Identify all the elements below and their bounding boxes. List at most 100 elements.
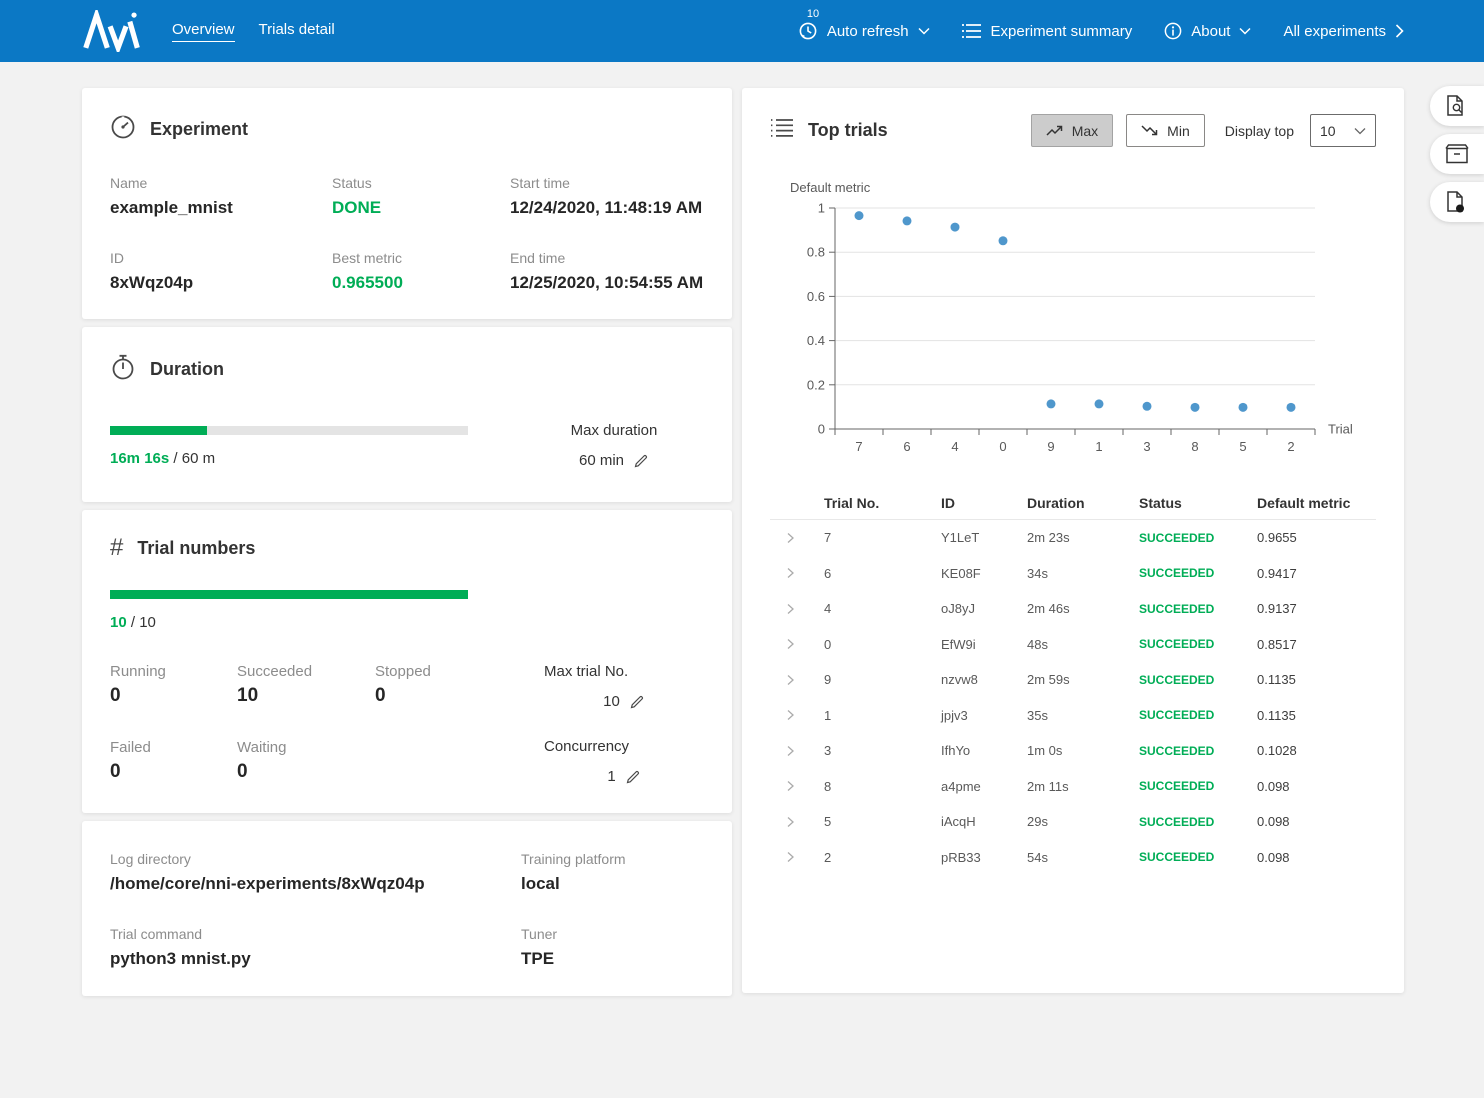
- cell-status: SUCCEEDED: [1125, 673, 1243, 687]
- min-button[interactable]: Min: [1126, 114, 1205, 147]
- trial-counter: Failed0: [110, 739, 237, 785]
- expand-row-button[interactable]: [770, 603, 810, 615]
- expand-row-button[interactable]: [770, 780, 810, 792]
- all-experiments-link[interactable]: All experiments: [1283, 23, 1404, 40]
- experiment-summary-button[interactable]: Experiment summary: [962, 23, 1133, 40]
- default-metric-chart: Default metric00.20.40.60.817640913852Tr…: [770, 175, 1376, 472]
- experiment-field: StatusDONE: [332, 175, 510, 218]
- about-button[interactable]: About: [1164, 22, 1251, 40]
- top-trials-card: Top trials Max Min: [742, 88, 1404, 993]
- duration-divider: /: [173, 450, 181, 467]
- expand-row-button[interactable]: [770, 638, 810, 650]
- cell-trial-no: 7: [810, 530, 927, 545]
- expand-chevron-icon: [784, 674, 796, 686]
- chart-text: 1: [1095, 439, 1102, 454]
- nni-logo-icon: [82, 10, 142, 52]
- cell-default-metric: 0.9655: [1243, 530, 1376, 545]
- column-header: Status: [1125, 495, 1243, 511]
- cell-status: SUCCEEDED: [1125, 815, 1243, 829]
- display-top-label: Display top: [1225, 123, 1294, 139]
- expand-chevron-icon: [784, 567, 796, 579]
- expand-chevron-icon: [784, 603, 796, 615]
- chart-text: 0: [999, 439, 1006, 454]
- field-value: 12/25/2020, 10:54:55 AM: [510, 273, 704, 293]
- tab-trials-detail[interactable]: Trials detail: [259, 21, 335, 42]
- cell-duration: 54s: [1013, 850, 1125, 865]
- cell-duration: 35s: [1013, 708, 1125, 723]
- cell-default-metric: 0.098: [1243, 814, 1376, 829]
- counter-value: 0: [375, 685, 500, 707]
- chart-text: 1: [818, 201, 825, 216]
- trend-up-icon: [1046, 124, 1063, 137]
- floating-search-doc-button[interactable]: [1430, 86, 1484, 126]
- expand-chevron-icon: [784, 709, 796, 721]
- cell-duration: 2m 46s: [1013, 601, 1125, 616]
- duration-card-title: Duration: [150, 359, 224, 380]
- expand-chevron-icon: [784, 532, 796, 544]
- config-field: Training platformlocal: [521, 851, 704, 894]
- trial-counter: Waiting0: [237, 739, 375, 785]
- cell-trial-no: 6: [810, 566, 927, 581]
- expand-chevron-icon: [784, 638, 796, 650]
- config-field: Trial commandpython3 mnist.py: [110, 926, 521, 969]
- experiment-field: Start time12/24/2020, 11:48:19 AM: [510, 175, 704, 218]
- floating-version-doc-button[interactable]: [1430, 182, 1484, 222]
- trial-counter: Succeeded10: [237, 663, 375, 709]
- cell-status: SUCCEEDED: [1125, 779, 1243, 793]
- field-value: python3 mnist.py: [110, 949, 521, 969]
- cell-status: SUCCEEDED: [1125, 708, 1243, 722]
- cell-id: iAcqH: [927, 814, 1013, 829]
- auto-refresh-clock-icon: [798, 21, 818, 41]
- scatter-point: [951, 223, 960, 232]
- edit-pencil-icon: [633, 453, 649, 469]
- trials-done: 10: [110, 614, 127, 631]
- cell-status: SUCCEEDED: [1125, 744, 1243, 758]
- cell-duration: 2m 23s: [1013, 530, 1125, 545]
- cell-id: oJ8yJ: [927, 601, 1013, 616]
- cell-duration: 2m 11s: [1013, 779, 1125, 794]
- table-row: 1jpjv335sSUCCEEDED0.1135: [770, 698, 1376, 734]
- trend-down-icon: [1141, 124, 1158, 137]
- chevron-down-icon: [918, 27, 930, 35]
- edit-concurrency-button[interactable]: [625, 769, 641, 785]
- expand-row-button[interactable]: [770, 674, 810, 686]
- trials-progress-bar: [110, 590, 468, 599]
- config-field: TunerTPE: [521, 926, 704, 969]
- scatter-point: [1287, 403, 1296, 412]
- display-top-select[interactable]: 10: [1310, 114, 1376, 147]
- expand-row-button[interactable]: [770, 816, 810, 828]
- cell-status: SUCCEEDED: [1125, 637, 1243, 651]
- cell-default-metric: 0.1135: [1243, 672, 1376, 687]
- scatter-point: [1191, 403, 1200, 412]
- max-trial-label: Max trial No.: [544, 663, 704, 680]
- table-row: 9nzvw82m 59sSUCCEEDED0.1135: [770, 662, 1376, 698]
- counter-label: Stopped: [375, 663, 500, 680]
- auto-refresh-button[interactable]: 10 Auto refresh: [798, 21, 930, 41]
- edit-max-duration-button[interactable]: [633, 453, 649, 469]
- expand-row-button[interactable]: [770, 532, 810, 544]
- display-top-value: 10: [1320, 123, 1336, 139]
- info-icon: [1164, 22, 1182, 40]
- field-value: 8xWqz04p: [110, 273, 332, 293]
- expand-row-button[interactable]: [770, 851, 810, 863]
- field-label: Status: [332, 175, 510, 191]
- experiment-field: Nameexample_mnist: [110, 175, 332, 218]
- expand-row-button[interactable]: [770, 745, 810, 757]
- counter-value: 0: [110, 761, 237, 783]
- floating-archive-button[interactable]: [1430, 134, 1484, 174]
- expand-row-button[interactable]: [770, 709, 810, 721]
- top-trials-list-icon: [770, 117, 794, 144]
- experiment-field: End time12/25/2020, 10:54:55 AM: [510, 250, 704, 293]
- tab-overview[interactable]: Overview: [172, 21, 235, 42]
- max-button[interactable]: Max: [1031, 114, 1113, 147]
- table-row: 5iAcqH29sSUCCEEDED0.098: [770, 804, 1376, 840]
- cell-trial-no: 4: [810, 601, 927, 616]
- trials-total: 10: [139, 614, 156, 631]
- expand-row-button[interactable]: [770, 567, 810, 579]
- cell-status: SUCCEEDED: [1125, 602, 1243, 616]
- scatter-point: [1047, 399, 1056, 408]
- edit-max-trial-button[interactable]: [629, 694, 645, 710]
- counter-value: 10: [237, 685, 375, 707]
- chart-text: 9: [1047, 439, 1054, 454]
- cell-duration: 29s: [1013, 814, 1125, 829]
